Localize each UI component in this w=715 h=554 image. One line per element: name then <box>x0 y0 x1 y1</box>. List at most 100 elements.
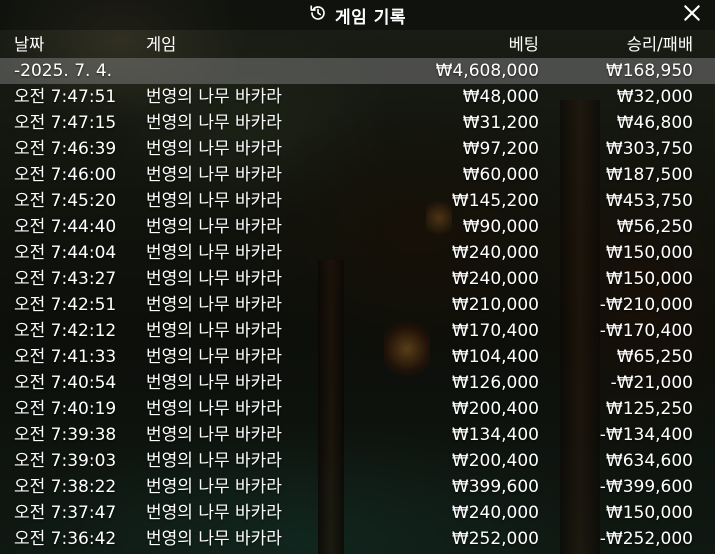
row-time: 오전 7:36:42 <box>14 529 117 549</box>
row-bet: ₩104,400 <box>451 347 539 367</box>
table-row[interactable]: 오전 7:47:15 번영의 나무 바카라 ₩31,200 ₩46,800 <box>0 110 715 136</box>
row-time: 오전 7:45:20 <box>14 191 117 211</box>
row-result: ₩125,250 <box>605 399 693 419</box>
table-row[interactable]: 오전 7:42:12 번영의 나무 바카라 ₩170,400 -₩170,400 <box>0 318 715 344</box>
column-header-result: 승리/패배 <box>626 35 693 54</box>
row-result: ₩56,250 <box>616 217 693 237</box>
row-time: 오전 7:40:19 <box>14 399 117 419</box>
title-bar: 게임 기록 <box>0 0 715 30</box>
history-icon <box>309 4 327 26</box>
row-time: 오전 7:46:39 <box>14 139 117 159</box>
table-row[interactable]: 오전 7:36:42 번영의 나무 바카라 ₩252,000 -₩252,000 <box>0 526 715 552</box>
row-bet: ₩240,000 <box>451 503 539 523</box>
row-bet: ₩210,000 <box>451 295 539 315</box>
row-result: ₩150,000 <box>605 503 693 523</box>
row-bet: ₩126,000 <box>451 373 539 393</box>
row-bet: ₩240,000 <box>451 269 539 289</box>
row-result: ₩32,000 <box>616 87 693 107</box>
table-row[interactable]: 오전 7:46:00 번영의 나무 바카라 ₩60,000 ₩187,500 <box>0 162 715 188</box>
table-row[interactable]: 오전 7:45:20 번영의 나무 바카라 ₩145,200 ₩453,750 <box>0 188 715 214</box>
row-game: 번영의 나무 바카라 <box>146 243 282 263</box>
row-bet: ₩252,000 <box>451 529 539 549</box>
table-row[interactable]: 오전 7:47:51 번영의 나무 바카라 ₩48,000 ₩32,000 <box>0 84 715 110</box>
row-game: 번영의 나무 바카라 <box>146 217 282 237</box>
table-row[interactable]: 오전 7:39:03 번영의 나무 바카라 ₩200,400 ₩634,600 <box>0 448 715 474</box>
row-game: 번영의 나무 바카라 <box>146 503 282 523</box>
row-game: 번영의 나무 바카라 <box>146 425 282 445</box>
row-bet: ₩170,400 <box>451 321 539 341</box>
row-game: 번영의 나무 바카라 <box>146 451 282 471</box>
row-time: 오전 7:42:51 <box>14 295 117 315</box>
table-row[interactable]: 오전 7:44:04 번영의 나무 바카라 ₩240,000 ₩150,000 <box>0 240 715 266</box>
table-row[interactable]: 오전 7:46:39 번영의 나무 바카라 ₩97,200 ₩303,750 <box>0 136 715 162</box>
row-result: -₩134,400 <box>599 425 693 445</box>
row-bet: ₩60,000 <box>462 165 539 185</box>
title-group: 게임 기록 <box>309 3 406 28</box>
table-row[interactable]: 오전 7:44:40 번영의 나무 바카라 ₩90,000 ₩56,250 <box>0 214 715 240</box>
column-header-game: 게임 <box>146 35 177 54</box>
row-game: 번영의 나무 바카라 <box>146 373 282 393</box>
row-time: 오전 7:44:40 <box>14 217 117 237</box>
row-time: 오전 7:39:38 <box>14 425 117 445</box>
row-time: 오전 7:42:12 <box>14 321 117 341</box>
row-time: 오전 7:40:54 <box>14 373 117 393</box>
row-bet: ₩134,400 <box>451 425 539 445</box>
row-result: ₩46,800 <box>616 113 693 133</box>
row-result: ₩453,750 <box>605 191 693 211</box>
row-game: 번영의 나무 바카라 <box>146 347 282 367</box>
row-game: 번영의 나무 바카라 <box>146 165 282 185</box>
date-group-row[interactable]: -2025. 7. 4. ₩4,608,000 ₩168,950 <box>0 58 715 84</box>
row-time: 오전 7:41:33 <box>14 347 117 367</box>
row-time: 오전 7:46:00 <box>14 165 117 185</box>
table-row[interactable]: 오전 7:41:33 번영의 나무 바카라 ₩104,400 ₩65,250 <box>0 344 715 370</box>
row-game: 번영의 나무 바카라 <box>146 529 282 549</box>
row-bet: ₩145,200 <box>451 191 539 211</box>
row-game: 번영의 나무 바카라 <box>146 87 282 107</box>
row-bet: ₩200,400 <box>451 399 539 419</box>
row-time: 오전 7:37:47 <box>14 503 117 523</box>
row-time: 오전 7:39:03 <box>14 451 117 471</box>
table-row[interactable]: 오전 7:38:22 번영의 나무 바카라 ₩399,600 -₩399,600 <box>0 474 715 500</box>
date-group-result-total: ₩168,950 <box>605 61 693 81</box>
table-row[interactable]: 오전 7:43:27 번영의 나무 바카라 ₩240,000 ₩150,000 <box>0 266 715 292</box>
column-header-bet: 베팅 <box>508 35 539 54</box>
row-game: 번영의 나무 바카라 <box>146 399 282 419</box>
row-bet: ₩240,000 <box>451 243 539 263</box>
table-row[interactable]: 오전 7:40:54 번영의 나무 바카라 ₩126,000 -₩21,000 <box>0 370 715 396</box>
row-time: 오전 7:38:22 <box>14 477 117 497</box>
row-game: 번영의 나무 바카라 <box>146 113 282 133</box>
window-title: 게임 기록 <box>335 7 406 28</box>
row-game: 번영의 나무 바카라 <box>146 321 282 341</box>
row-bet: ₩200,400 <box>451 451 539 471</box>
row-result: ₩634,600 <box>605 451 693 471</box>
row-time: 오전 7:43:27 <box>14 269 117 289</box>
row-bet: ₩31,200 <box>462 113 539 133</box>
date-group-label: -2025. 7. 4. <box>14 61 113 81</box>
row-result: ₩303,750 <box>605 139 693 159</box>
table-row[interactable]: 오전 7:39:38 번영의 나무 바카라 ₩134,400 -₩134,400 <box>0 422 715 448</box>
row-game: 번영의 나무 바카라 <box>146 477 282 497</box>
table-row[interactable]: 오전 7:37:47 번영의 나무 바카라 ₩240,000 ₩150,000 <box>0 500 715 526</box>
row-result: ₩65,250 <box>616 347 693 367</box>
row-bet: ₩48,000 <box>462 87 539 107</box>
close-icon <box>682 3 702 27</box>
table-row[interactable]: 오전 7:40:19 번영의 나무 바카라 ₩200,400 ₩125,250 <box>0 396 715 422</box>
row-time: 오전 7:47:15 <box>14 113 117 133</box>
close-button[interactable] <box>681 4 703 26</box>
row-result: -₩21,000 <box>610 373 693 393</box>
row-game: 번영의 나무 바카라 <box>146 139 282 159</box>
table-row[interactable]: 오전 7:42:51 번영의 나무 바카라 ₩210,000 -₩210,000 <box>0 292 715 318</box>
row-result: -₩210,000 <box>599 295 693 315</box>
history-table: -2025. 7. 4. ₩4,608,000 ₩168,950 오전 7:47… <box>0 58 715 552</box>
column-header-date: 날짜 <box>14 35 45 54</box>
row-result: -₩399,600 <box>599 477 693 497</box>
row-time: 오전 7:47:51 <box>14 87 117 107</box>
row-game: 번영의 나무 바카라 <box>146 295 282 315</box>
row-bet: ₩97,200 <box>462 139 539 159</box>
row-game: 번영의 나무 바카라 <box>146 269 282 289</box>
row-bet: ₩399,600 <box>451 477 539 497</box>
table-header: 날짜 게임 베팅 승리/패배 <box>0 31 715 58</box>
row-result: -₩252,000 <box>599 529 693 549</box>
row-bet: ₩90,000 <box>462 217 539 237</box>
row-time: 오전 7:44:04 <box>14 243 117 263</box>
